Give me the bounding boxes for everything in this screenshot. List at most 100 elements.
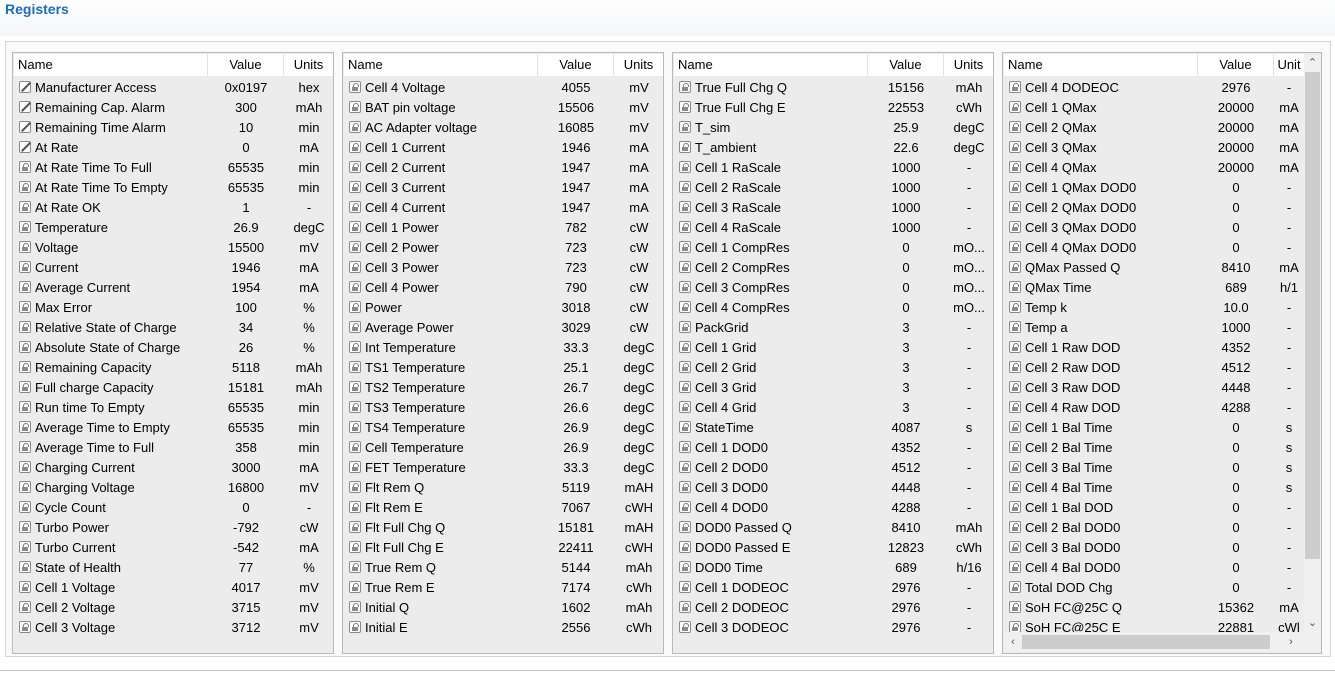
register-name: T_ambient [695, 140, 757, 155]
scroll-down-icon[interactable]: ⌄ [1304, 615, 1321, 632]
column-header-units[interactable]: Unit [1274, 54, 1304, 76]
lock-icon [19, 621, 31, 633]
table-row[interactable]: QMax Passed Q 8410 mA [1004, 258, 1304, 278]
register-units: s [1285, 480, 1293, 495]
register-name: FET Temperature [365, 460, 466, 475]
register-units: mA [629, 140, 649, 155]
scroll-up-icon[interactable]: ⌃ [1304, 55, 1321, 72]
lock-icon [679, 481, 691, 493]
register-name: State of Health [35, 560, 121, 575]
table-row[interactable]: Cell 4 Raw DOD 4288 - [1004, 398, 1304, 418]
column-header-name[interactable]: Name [1004, 54, 1198, 76]
lock-icon [19, 261, 31, 273]
register-units: mV [299, 480, 319, 495]
scroll-left-icon[interactable]: ‹ [1004, 632, 1022, 652]
vertical-scrollbar[interactable]: ⌃ ⌄ [1304, 55, 1321, 632]
column-header-units[interactable]: Units [284, 54, 333, 76]
table-row[interactable]: Cell 4 QMax DOD0 0 - [1004, 238, 1304, 258]
register-units: mA [629, 200, 649, 215]
table-row[interactable]: Cell 2 QMax DOD0 0 - [1004, 198, 1304, 218]
register-units: mV [299, 620, 319, 635]
register-units: s [1285, 460, 1293, 475]
register-value: 65535 [227, 400, 265, 415]
column-header-value[interactable]: Value [208, 54, 284, 76]
column-header-name[interactable]: Name [344, 54, 538, 76]
table-row[interactable]: Cell 3 Raw DOD 4448 - [1004, 378, 1304, 398]
table-row[interactable]: QMax Time 689 h/1 [1004, 278, 1304, 298]
register-value: 790 [565, 280, 587, 295]
table-row[interactable]: Cell 1 Bal DOD 0 - [1004, 498, 1304, 518]
register-units: - [1286, 500, 1292, 515]
table-row[interactable]: Cell 4 Bal DOD0 0 - [1004, 558, 1304, 578]
register-units: min [298, 120, 320, 135]
lock-icon [349, 381, 361, 393]
lock-icon [1009, 481, 1021, 493]
scroll-right-icon[interactable]: › [1282, 632, 1300, 652]
register-value: 15181 [227, 380, 265, 395]
table-row[interactable]: Cell 2 Bal DOD0 0 - [1004, 518, 1304, 538]
table-row[interactable]: Temp a 1000 - [1004, 318, 1304, 338]
register-value: 4512 [1221, 360, 1251, 375]
column-header-name[interactable]: Name [14, 54, 208, 76]
table-row[interactable]: Cell 2 QMax 20000 mA [1004, 118, 1304, 138]
register-name: Average Current [35, 280, 131, 295]
column-header-value[interactable]: Value [868, 54, 944, 76]
register-units: - [966, 340, 972, 355]
register-units: mA [1279, 120, 1299, 135]
table-row[interactable]: Cell 3 QMax DOD0 0 - [1004, 218, 1304, 238]
register-name: DOD0 Passed Q [695, 520, 792, 535]
column-header-units[interactable]: Units [614, 54, 663, 76]
register-value: 0 [1232, 460, 1240, 475]
table-row[interactable]: SoH FC@25C Q 15362 mA [1004, 598, 1304, 618]
register-units: % [303, 320, 315, 335]
register-units: degC [623, 460, 655, 475]
table-row[interactable]: Cell 2 Raw DOD 4512 - [1004, 358, 1304, 378]
vertical-scroll-thumb[interactable] [1305, 72, 1320, 559]
register-name: Cell 4 RaScale [695, 220, 781, 235]
table-row[interactable]: Cell 2 Bal Time 0 s [1004, 438, 1304, 458]
column-header-name[interactable]: Name [674, 54, 868, 76]
register-name: True Rem Q [365, 560, 437, 575]
register-name: Cell 2 DOD0 [695, 460, 768, 475]
register-name: Cell 2 Grid [695, 360, 757, 375]
register-value: 723 [565, 240, 587, 255]
register-value: 1 [242, 200, 250, 215]
register-name: Cell 3 Current [365, 180, 446, 195]
table-row[interactable]: Cell 4 Bal Time 0 s [1004, 478, 1304, 498]
table-row[interactable]: Cell 1 Raw DOD 4352 - [1004, 338, 1304, 358]
register-value: 0 [902, 240, 910, 255]
table-row[interactable]: Cell 3 QMax 20000 mA [1004, 138, 1304, 158]
register-value: 1000 [1221, 320, 1251, 335]
horizontal-scrollbar[interactable]: ‹ › [1004, 632, 1304, 652]
register-value: 15156 [887, 80, 925, 95]
register-units: min [298, 400, 320, 415]
register-value: 0 [1232, 420, 1240, 435]
horizontal-scroll-thumb[interactable] [1022, 635, 1270, 649]
table-row[interactable]: Cell 4 QMax 20000 mA [1004, 158, 1304, 178]
register-name: QMax Time [1025, 280, 1092, 295]
table-row[interactable]: Cell 4 DODEOC 2976 - [1004, 78, 1304, 98]
column-header-units[interactable]: Units [944, 54, 993, 76]
column-header-value[interactable]: Value [1198, 54, 1274, 76]
register-value: 358 [235, 440, 257, 455]
column-header-value[interactable]: Value [538, 54, 614, 76]
register-name: Cell 2 Bal DOD0 [1025, 520, 1121, 535]
register-units: degC [293, 220, 325, 235]
register-units: - [1286, 380, 1292, 395]
lock-icon [349, 101, 361, 113]
table-row[interactable]: Temp k 10.0 - [1004, 298, 1304, 318]
table-row[interactable]: Total DOD Chg 0 - [1004, 578, 1304, 598]
lock-icon [679, 581, 691, 593]
lock-icon [19, 381, 31, 393]
table-row[interactable]: Cell 1 QMax 20000 mA [1004, 98, 1304, 118]
table-row[interactable]: Cell 1 Bal Time 0 s [1004, 418, 1304, 438]
column-header-row: Name Value Unit [1004, 54, 1304, 77]
register-name: Max Error [35, 300, 93, 315]
table-row[interactable]: Cell 1 QMax DOD0 0 - [1004, 178, 1304, 198]
register-units: degC [623, 340, 655, 355]
table-row[interactable]: Cell 3 Bal DOD0 0 - [1004, 538, 1304, 558]
register-value: 15362 [1217, 600, 1255, 615]
lock-icon [679, 501, 691, 513]
table-row[interactable]: Cell 3 Bal Time 0 s [1004, 458, 1304, 478]
register-value: 0 [1232, 180, 1240, 195]
